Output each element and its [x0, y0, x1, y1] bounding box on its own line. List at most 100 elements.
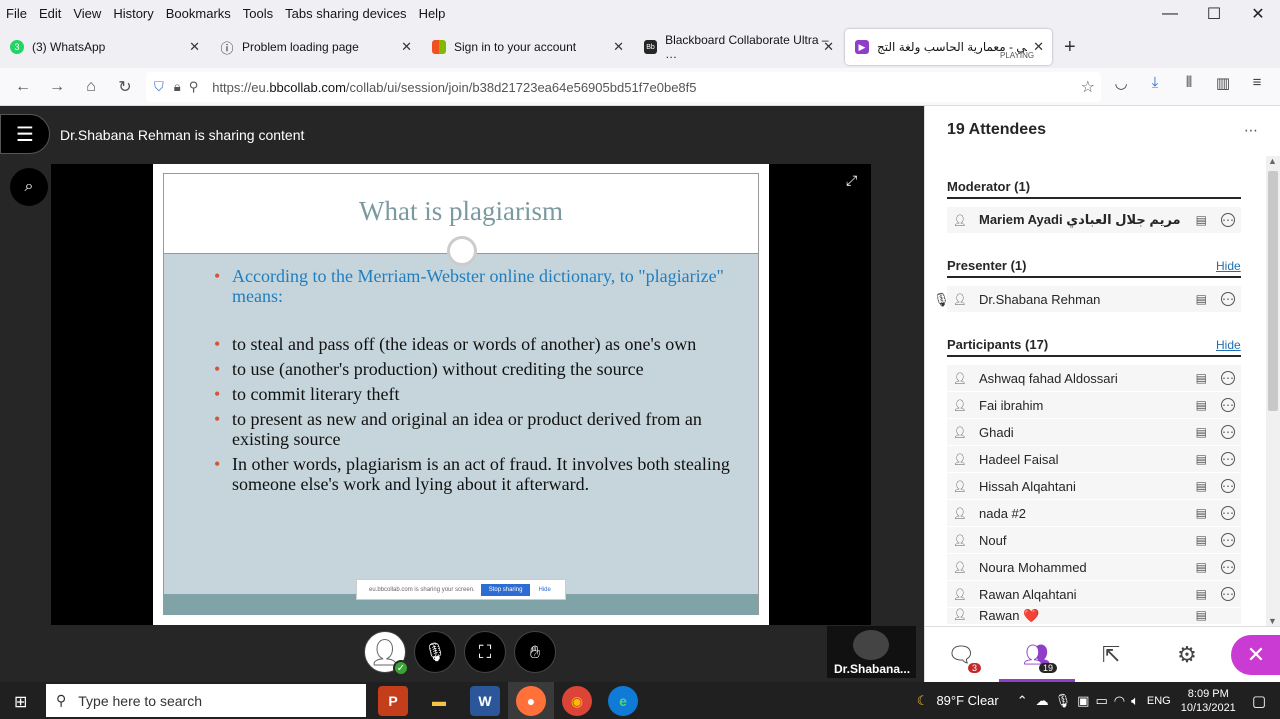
tab-collaborate-session[interactable]: ▶ عملي - معمارية الحاسب ولغة التج PLAYIN… [845, 29, 1052, 65]
hide-participants-link[interactable]: Hide [1216, 338, 1241, 352]
hide-presenter-link[interactable]: Hide [1216, 259, 1241, 273]
menu-view[interactable]: View [67, 6, 107, 21]
attendee-row[interactable]: 👤︎ Rawan Alqahtani ▤ ⋯ [947, 581, 1241, 607]
chrome-icon[interactable]: ◉ [562, 686, 592, 716]
scroll-down-icon[interactable]: ▼ [1268, 616, 1277, 626]
sidebar-icon[interactable]: ▥ [1206, 74, 1240, 92]
meet-now-icon[interactable]: ▣ [1077, 693, 1089, 709]
zoom-button[interactable]: ⌕ [10, 168, 48, 206]
windows-start-icon[interactable]: ⊞ [14, 692, 27, 712]
attendee-row[interactable]: 👤︎ Mariem Ayadi مريم جلال العبادي ▤ ⋯ [947, 207, 1241, 233]
powerpoint-icon[interactable]: P [378, 686, 408, 716]
presenter-thumbnail[interactable]: Dr.Shabana... [827, 626, 916, 678]
tab-problem-loading[interactable]: ⓘ Problem loading page ✕ [210, 29, 420, 65]
menu-history[interactable]: History [107, 6, 159, 21]
session-menu-button[interactable]: ☰ [0, 114, 50, 154]
minimize-button[interactable]: — [1148, 0, 1192, 28]
download-icon[interactable]: ⤓ [1138, 74, 1172, 92]
attendee-more-icon[interactable]: ⋯ [1221, 371, 1235, 385]
attendee-row[interactable]: 👤︎ Ashwaq fahad Aldossari ▤ ⋯ [947, 365, 1241, 391]
close-tab-icon[interactable]: ✕ [1033, 39, 1044, 55]
stop-sharing-button[interactable]: Stop sharing [480, 583, 531, 596]
wifi-icon[interactable]: ◠ [1114, 693, 1125, 709]
menu-tabs-sharing[interactable]: Tabs sharing devices [279, 6, 412, 21]
weather-text[interactable]: 89°F Clear [936, 693, 998, 708]
settings-button[interactable]: ⚙ [1169, 637, 1205, 673]
microphone-button[interactable]: 🎙︎ [414, 631, 456, 673]
tab-blackboard[interactable]: Bb Blackboard Collaborate Ultra – … ✕ [634, 29, 842, 65]
attendee-more-icon[interactable]: ⋯ [1221, 213, 1235, 227]
pocket-icon[interactable]: ◡ [1104, 74, 1138, 92]
menu-edit[interactable]: Edit [33, 6, 67, 21]
forward-arrow-icon[interactable]: → [40, 78, 74, 96]
menu-bookmarks[interactable]: Bookmarks [160, 6, 237, 21]
new-tab-button[interactable]: + [1064, 36, 1076, 59]
attendee-more-icon[interactable]: ⋯ [1221, 560, 1235, 574]
attendee-row[interactable]: 👤︎ Nouf ▤ ⋯ [947, 527, 1241, 553]
scroll-up-icon[interactable]: ▲ [1268, 156, 1277, 166]
close-tab-icon[interactable]: ✕ [189, 39, 200, 55]
edge-icon[interactable]: e [608, 686, 638, 716]
menu-help[interactable]: Help [413, 6, 452, 21]
word-icon[interactable]: W [470, 686, 500, 716]
attendee-more-icon[interactable]: ⋯ [1221, 398, 1235, 412]
close-window-button[interactable]: ✕ [1236, 0, 1280, 28]
attendee-more-icon[interactable]: ⋯ [1221, 587, 1235, 601]
lock-icon[interactable]: 🔒︎ [174, 79, 181, 95]
close-tab-icon[interactable]: ✕ [613, 39, 624, 55]
shield-icon[interactable]: ⛉ [154, 79, 164, 95]
attendee-more-icon[interactable]: ⋯ [1221, 425, 1235, 439]
chevron-up-icon[interactable]: ⌃ [1017, 693, 1028, 709]
attendee-row[interactable]: 👤︎ Rawan ❤️ ▤ [947, 608, 1241, 624]
home-icon[interactable]: ⌂ [74, 78, 108, 96]
url-bar[interactable]: ⛉ 🔒︎ ⚲ https://eu.bbcollab.com/collab/ui… [146, 72, 1101, 102]
volume-icon[interactable]: 🔈︎ [1131, 693, 1139, 709]
back-arrow-icon[interactable]: ← [6, 78, 40, 96]
notifications-icon[interactable]: ▢ [1252, 692, 1266, 710]
close-tab-icon[interactable]: ✕ [823, 39, 834, 55]
reload-icon[interactable]: ↻ [108, 77, 142, 97]
tab-whatsapp[interactable]: 3 (3) WhatsApp ✕ [0, 29, 208, 65]
panel-scrollbar[interactable]: ▲ ▼ [1266, 156, 1280, 626]
hamburger-menu-icon[interactable]: ≡ [1240, 74, 1274, 92]
mic-tray-icon[interactable]: 🎙︎ [1055, 693, 1072, 709]
attendee-row[interactable]: 👤︎ Ghadi ▤ ⋯ [947, 419, 1241, 445]
more-options-icon[interactable]: ⋯ [1244, 122, 1258, 139]
attendee-more-icon[interactable]: ⋯ [1221, 506, 1235, 520]
bookmark-star-icon[interactable]: ☆ [1081, 77, 1095, 97]
attendee-row[interactable]: 👤︎ Dr.Shabana Rehman ▤ ⋯ [947, 286, 1241, 312]
language-indicator[interactable]: ENG [1147, 695, 1171, 707]
share-content-button[interactable]: ⇱ [1093, 637, 1129, 673]
attendee-more-icon[interactable]: ⋯ [1221, 292, 1235, 306]
my-status-button[interactable]: 👤︎ ✓ [364, 631, 409, 676]
close-tab-icon[interactable]: ✕ [401, 39, 412, 55]
firefox-icon[interactable]: ● [516, 686, 546, 716]
battery-icon[interactable]: ▭ [1095, 693, 1107, 709]
camera-button[interactable]: ⛶ [464, 631, 506, 673]
attendee-row[interactable]: 👤︎ Hissah Alqahtani ▤ ⋯ [947, 473, 1241, 499]
maximize-button[interactable]: ☐ [1192, 0, 1236, 28]
attendee-more-icon[interactable]: ⋯ [1221, 533, 1235, 547]
attendee-more-icon[interactable]: ⋯ [1221, 452, 1235, 466]
tab-sign-in[interactable]: Sign in to your account ✕ [422, 29, 632, 65]
attendee-more-icon[interactable]: ⋯ [1221, 479, 1235, 493]
cloud-icon[interactable]: ☁ [1036, 693, 1049, 709]
attendee-row[interactable]: 👤︎ Noura Mohammed ▤ ⋯ [947, 554, 1241, 580]
scroll-thumb[interactable] [1268, 171, 1278, 411]
hide-notice-button[interactable]: Hide [538, 587, 550, 593]
attendees-button[interactable]: 👥︎ 19 [1019, 637, 1057, 673]
permissions-icon[interactable]: ⚲ [189, 79, 199, 95]
expand-icon[interactable]: ⤢ [846, 172, 857, 189]
raise-hand-button[interactable]: ✋︎ [514, 631, 556, 673]
taskbar-search[interactable]: ⚲ Type here to search [46, 684, 366, 717]
attendee-row[interactable]: 👤︎ Fai ibrahim ▤ ⋯ [947, 392, 1241, 418]
menu-file[interactable]: File [0, 6, 33, 21]
menu-tools[interactable]: Tools [237, 6, 279, 21]
chat-button[interactable]: 🗨︎ 3 [943, 637, 981, 673]
library-icon[interactable]: ⫴ [1172, 74, 1206, 92]
close-panel-button[interactable]: ✕ [1231, 635, 1280, 675]
attendee-row[interactable]: 👤︎ Hadeel Faisal ▤ ⋯ [947, 446, 1241, 472]
clock[interactable]: 8:09 PM 10/13/2021 [1181, 687, 1236, 715]
attendee-row[interactable]: 👤︎ nada #2 ▤ ⋯ [947, 500, 1241, 526]
file-explorer-icon[interactable]: ▬ [424, 686, 454, 716]
